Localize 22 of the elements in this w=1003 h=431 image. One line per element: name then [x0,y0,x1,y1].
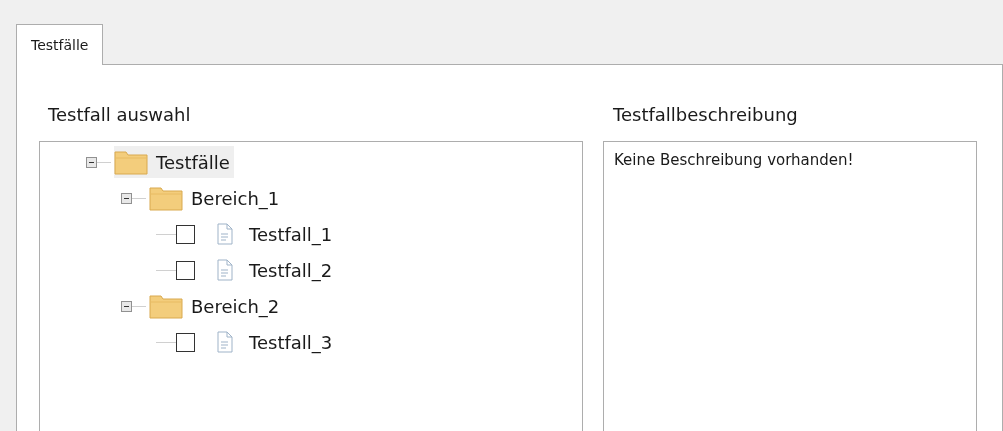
document-icon [217,223,233,245]
tree-item[interactable]: Testfall_2 [247,256,335,284]
folder-icon [149,293,183,319]
tab[interactable]: Testfälle [16,24,104,65]
panel-label: Testfall auswahl [48,103,192,127]
folder-icon [114,149,148,175]
checkbox[interactable] [176,260,195,280]
folder-icon [149,185,183,211]
tree-item[interactable]: Bereich_2 [149,290,284,322]
tree-item[interactable]: Bereich_1 [149,182,284,214]
collapse-toggle[interactable] [121,300,132,312]
collapse-toggle[interactable] [86,156,97,168]
tree-item[interactable]: Testfall_3 [247,328,335,356]
checkbox[interactable] [176,332,195,352]
document-icon [217,331,233,353]
panel-label: Testfallbeschreibung [613,103,799,127]
description-text: Keine Beschreibung vorhanden! [614,151,854,169]
collapse-toggle[interactable] [121,192,132,204]
tree-item[interactable]: Testfall_1 [247,220,335,248]
document-icon [217,259,233,281]
checkbox[interactable] [176,224,195,244]
tree-item[interactable]: Testfälle [114,146,234,178]
